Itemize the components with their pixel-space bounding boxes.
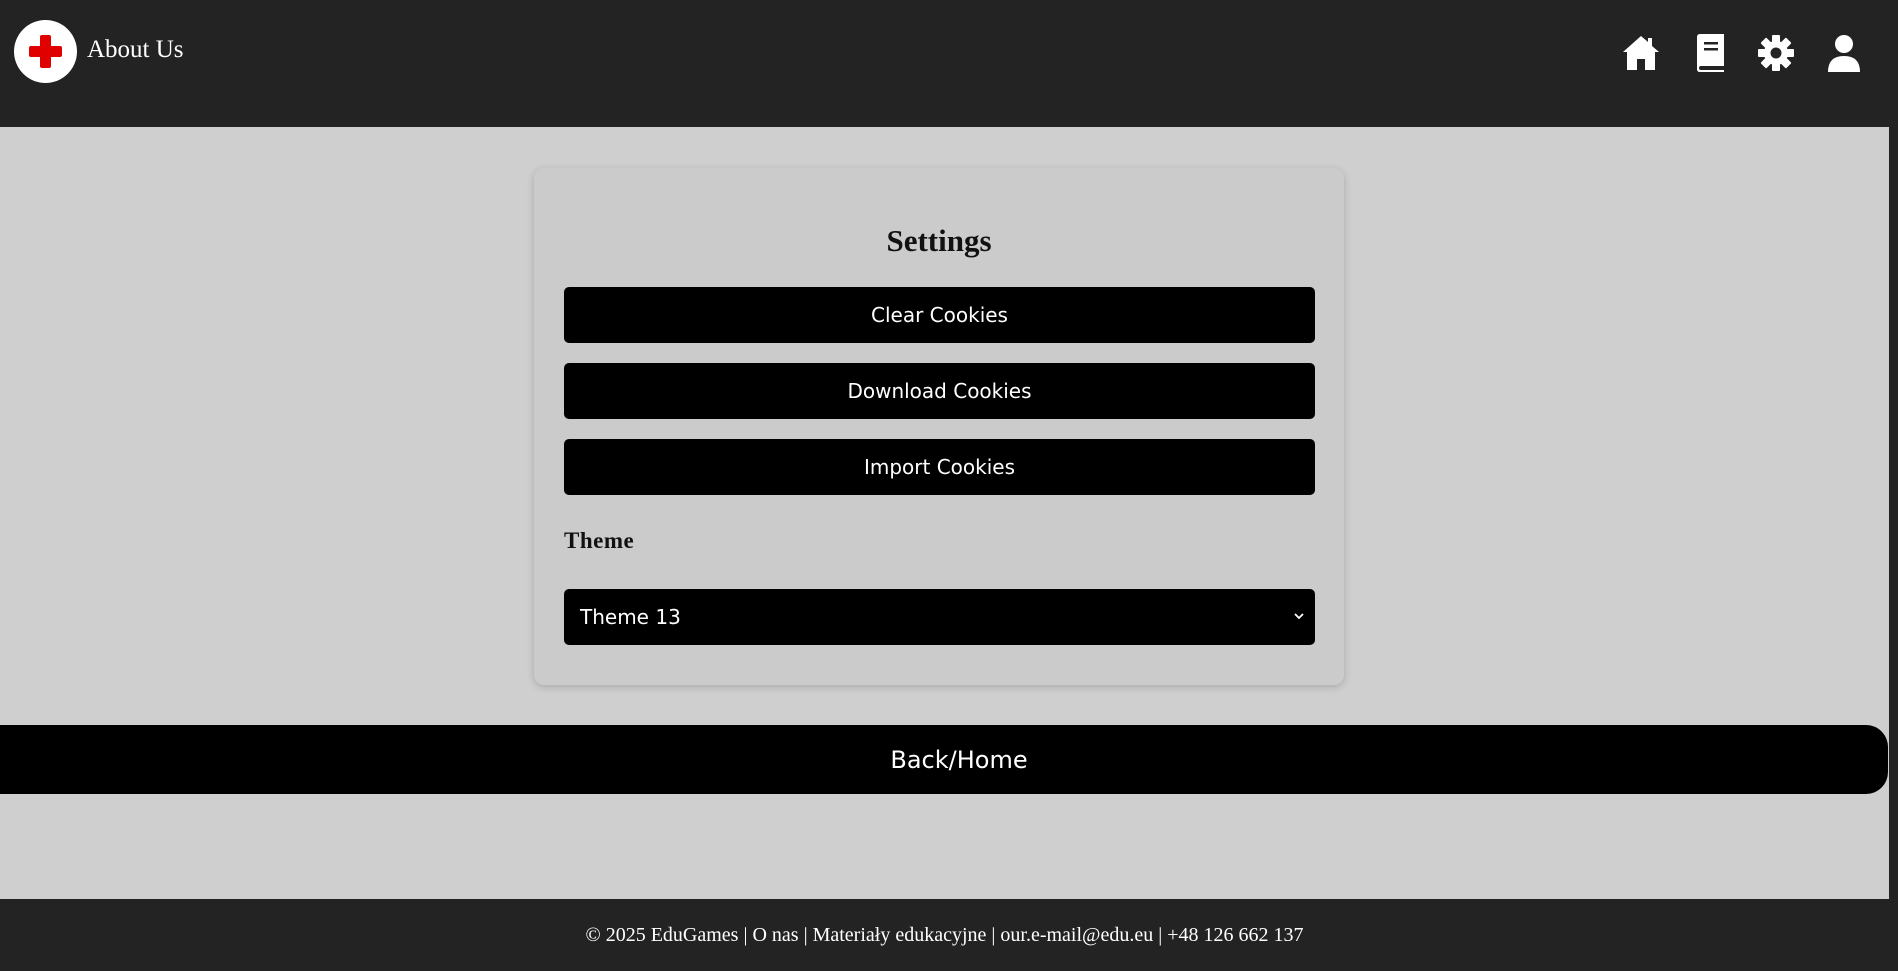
import-cookies-button[interactable]: Import Cookies <box>564 439 1315 495</box>
top-header: About Us <box>0 0 1889 127</box>
back-home-button[interactable]: Back/Home <box>0 725 1888 794</box>
theme-select[interactable]: Theme 13 <box>564 589 1315 645</box>
download-cookies-button[interactable]: Download Cookies <box>564 363 1315 419</box>
red-cross-icon <box>29 35 62 68</box>
footer-text: © 2025 EduGames | O nas | Materiały eduk… <box>585 923 1304 946</box>
logo[interactable] <box>14 20 77 83</box>
gear-icon[interactable] <box>1756 33 1796 73</box>
scrollbar[interactable] <box>1889 0 1898 971</box>
clear-cookies-button[interactable]: Clear Cookies <box>564 287 1315 343</box>
theme-select-value: Theme 13 <box>580 605 681 629</box>
theme-label: Theme <box>564 528 635 553</box>
book-icon[interactable] <box>1690 33 1730 73</box>
settings-title: Settings <box>886 223 992 258</box>
settings-card: Settings Clear Cookies Download Cookies … <box>534 168 1344 685</box>
page-title[interactable]: About Us <box>87 36 184 64</box>
chevron-down-icon <box>1294 613 1304 620</box>
home-icon[interactable] <box>1621 33 1661 73</box>
footer: © 2025 EduGames | O nas | Materiały eduk… <box>0 899 1889 971</box>
user-icon[interactable] <box>1824 33 1864 73</box>
